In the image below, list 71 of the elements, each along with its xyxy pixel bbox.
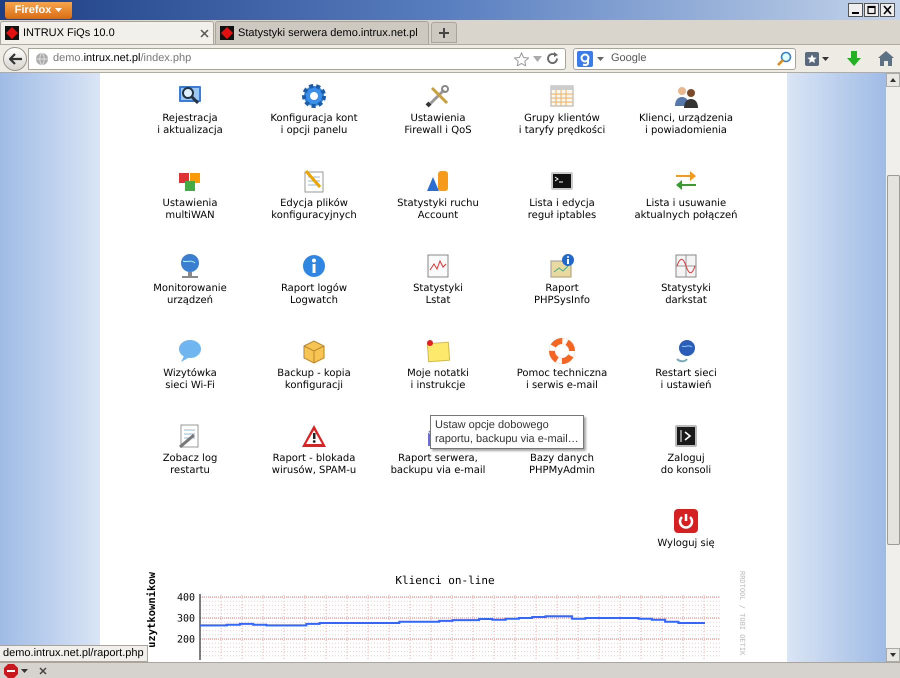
home-icon[interactable] bbox=[878, 51, 894, 66]
menu-link[interactable]: Bazy danych PHPMyAdmin bbox=[529, 453, 595, 476]
close-icon[interactable] bbox=[39, 666, 47, 674]
menu-link[interactable]: Moje notatki i instrukcje bbox=[407, 368, 469, 391]
power-icon[interactable] bbox=[672, 507, 700, 535]
axis-label: uzytkownikow bbox=[146, 572, 158, 648]
menu-link[interactable]: Monitorowanie urządzeń bbox=[153, 283, 227, 306]
menu-link[interactable]: Zaloguj do konsoli bbox=[660, 453, 712, 476]
terminal-icon[interactable] bbox=[672, 422, 700, 450]
menu-link[interactable]: Lista i usuwanie aktualnych połączeń bbox=[634, 198, 738, 221]
tools-icon[interactable] bbox=[424, 82, 452, 110]
star-icon bbox=[805, 52, 819, 66]
chart-title: Klienci on-line bbox=[395, 574, 495, 587]
sticky-note-icon[interactable] bbox=[424, 337, 452, 365]
menu-link[interactable]: Lista i edycja reguł iptables bbox=[528, 198, 596, 221]
scrollbar-thumb[interactable] bbox=[886, 175, 900, 545]
tooltip: Ustaw opcje dobowego raportu, backupu via e-mail… bbox=[430, 415, 584, 449]
caret-icon bbox=[822, 56, 829, 60]
favicon-icon bbox=[220, 26, 234, 40]
reload-icon[interactable] bbox=[546, 52, 559, 65]
menu-link[interactable]: Pomoc techniczna i serwis e-mail bbox=[516, 368, 608, 391]
menu-link[interactable]: Raport logów Logwatch bbox=[280, 283, 348, 306]
plus-icon bbox=[439, 28, 449, 38]
new-tab-button[interactable] bbox=[431, 22, 457, 43]
caret-icon bbox=[597, 56, 604, 60]
favicon-icon bbox=[5, 26, 19, 40]
browser-tab[interactable]: INTRUX FiQs 10.0 bbox=[0, 21, 214, 44]
menu-link[interactable]: Ustawienia multiWAN bbox=[162, 198, 218, 221]
scroll-down-icon[interactable] bbox=[886, 648, 900, 662]
search-icon[interactable] bbox=[777, 51, 792, 66]
stop-sign-icon[interactable] bbox=[4, 664, 18, 678]
globe-icon bbox=[35, 52, 49, 66]
menu-link[interactable]: Rejestracja i aktualizacja bbox=[157, 113, 223, 136]
scroll-up-icon[interactable] bbox=[886, 73, 900, 87]
menu-link[interactable]: Wizytówka sieci Wi-Fi bbox=[163, 368, 217, 391]
search-field[interactable]: Google bbox=[573, 48, 796, 70]
menu-link[interactable]: Zobacz log restartu bbox=[162, 453, 218, 476]
tick-label: 400 bbox=[176, 592, 195, 604]
menu-link[interactable]: Konfiguracja kont i opcji panelu bbox=[270, 113, 358, 136]
address-field[interactable]: demo.intrux.net.pl/index.php bbox=[28, 48, 566, 70]
menu-link[interactable]: Statystyki darkstat bbox=[661, 283, 711, 306]
close-icon[interactable] bbox=[880, 3, 895, 17]
tick-label: 300 bbox=[176, 614, 195, 624]
star-icon[interactable] bbox=[514, 52, 529, 66]
gear-icon[interactable] bbox=[300, 82, 328, 110]
minimize-icon[interactable] bbox=[848, 3, 863, 17]
menu-link[interactable]: Restart sieci i ustawień bbox=[655, 368, 717, 391]
menu-link[interactable]: Edycja plików konfiguracyjnych bbox=[271, 198, 357, 221]
menu-link[interactable]: Raport - blokada wirusów, SPAM-u bbox=[272, 453, 356, 476]
menu-link[interactable]: Backup - kopia konfiguracji bbox=[277, 368, 351, 391]
menu-link[interactable]: Wyloguj się bbox=[657, 538, 715, 550]
close-icon[interactable] bbox=[200, 28, 209, 38]
menu-link[interactable]: Statystyki ruchu Account bbox=[397, 198, 479, 221]
info-icon[interactable] bbox=[300, 252, 328, 280]
menu-link[interactable]: Statystyki Lstat bbox=[413, 283, 463, 306]
caret-icon[interactable] bbox=[21, 668, 28, 672]
caret-icon bbox=[55, 8, 62, 12]
tick-label: 200 bbox=[176, 634, 195, 646]
back-button[interactable] bbox=[3, 46, 27, 70]
menu-link[interactable]: Raport PHPSysInfo bbox=[534, 283, 590, 306]
lifebuoy-icon[interactable] bbox=[548, 337, 576, 365]
browser-tab[interactable]: Statystyki serwera demo.intrux.net.pl bbox=[215, 21, 429, 44]
back-arrow-icon bbox=[8, 52, 22, 64]
search-engine-icon bbox=[577, 50, 593, 66]
menu-link[interactable]: Grupy klientów i taryfy prędkości bbox=[518, 113, 606, 136]
map-info-icon[interactable] bbox=[548, 252, 576, 280]
bookmarks-button[interactable] bbox=[805, 52, 829, 66]
menu-link[interactable]: Ustawienia Firewall i QoS bbox=[404, 113, 472, 136]
menu-link[interactable]: Klienci, urządzenia i powiadomienia bbox=[638, 113, 734, 136]
menu-link[interactable]: Raport serwera, backupu via e-mail bbox=[390, 453, 486, 476]
maximize-icon[interactable] bbox=[864, 3, 879, 17]
